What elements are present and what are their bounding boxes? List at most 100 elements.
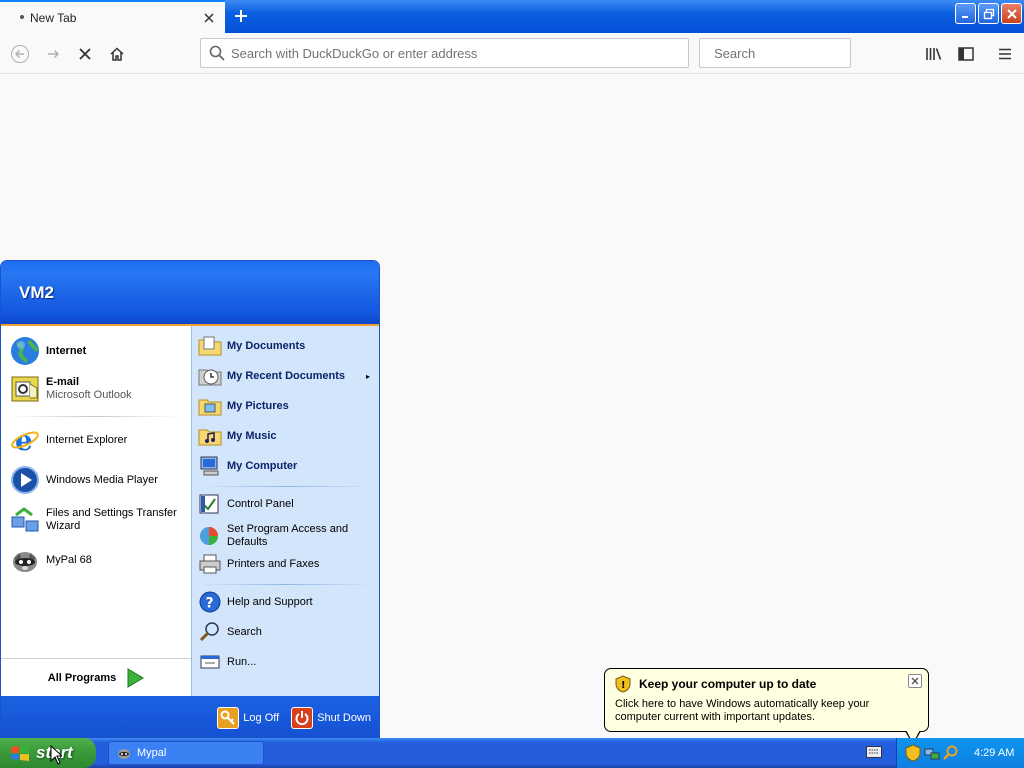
- place-my-music[interactable]: My Music: [198, 424, 376, 448]
- restore-button[interactable]: [978, 3, 999, 24]
- arrow-left-icon: [11, 45, 29, 63]
- run-icon: [198, 650, 222, 674]
- mypal-label: MyPal 68: [46, 554, 92, 566]
- mypal-icon: [9, 544, 41, 576]
- tab-new-tab[interactable]: New Tab: [0, 0, 225, 33]
- program-access-icon: [198, 524, 222, 548]
- help-support-label: Help and Support: [227, 595, 313, 608]
- place-my-documents[interactable]: My Documents: [198, 334, 376, 358]
- balloon-close-button[interactable]: [908, 674, 922, 688]
- security-shield-icon[interactable]: [905, 744, 921, 762]
- folder-documents-icon: [198, 334, 222, 358]
- stop-button[interactable]: [72, 41, 98, 67]
- x-icon: [79, 48, 91, 60]
- my-documents-label: My Documents: [227, 339, 306, 352]
- divider: [9, 416, 181, 417]
- run-label: Run...: [227, 655, 257, 668]
- network-icon[interactable]: [924, 745, 940, 761]
- address-bar[interactable]: [200, 38, 689, 68]
- start-menu-footer: Log Off Shut Down: [1, 696, 379, 737]
- control-panel-icon: [198, 492, 222, 516]
- ie-icon: e: [9, 424, 41, 456]
- system-printers-faxes[interactable]: Printers and Faxes: [198, 552, 376, 576]
- sidebar-button[interactable]: [953, 41, 979, 67]
- tool-run[interactable]: Run...: [198, 650, 376, 674]
- restore-icon: [983, 8, 994, 19]
- forward-button[interactable]: [40, 41, 66, 67]
- svg-text:?: ?: [206, 596, 214, 612]
- all-programs-label: All Programs: [47, 671, 117, 684]
- menu-button[interactable]: [992, 41, 1018, 67]
- svg-text:e: e: [15, 425, 33, 455]
- log-off-button[interactable]: Log Off: [217, 706, 279, 729]
- loading-dot-icon: [20, 15, 24, 19]
- divider: [200, 584, 372, 585]
- ie-label: Internet Explorer: [46, 434, 128, 446]
- all-programs-button[interactable]: All Programs: [1, 658, 191, 696]
- address-input[interactable]: [231, 45, 688, 61]
- tab-strip: New Tab: [0, 0, 1024, 33]
- search-icon: [198, 620, 222, 644]
- recent-transfer-wizard[interactable]: Files and Settings Transfer Wizard: [9, 504, 187, 536]
- place-my-pictures[interactable]: My Pictures: [198, 394, 376, 418]
- recent-documents-icon: [198, 364, 222, 388]
- system-program-access[interactable]: Set Program Access and Defaults: [198, 523, 376, 549]
- power-icon: [291, 706, 314, 729]
- printer-icon: [198, 552, 222, 576]
- tab-title: New Tab: [30, 10, 77, 25]
- arrow-right-icon: [48, 49, 60, 59]
- home-button[interactable]: [104, 41, 130, 67]
- search-input[interactable]: [714, 45, 890, 61]
- start-menu-programs: Internet E-mail Microsoft Outlook e Inte…: [1, 326, 191, 696]
- new-tab-button[interactable]: [229, 4, 253, 28]
- pinned-internet[interactable]: Internet: [9, 335, 187, 367]
- recent-mypal[interactable]: MyPal 68: [9, 544, 187, 576]
- tab-close-icon[interactable]: [201, 10, 217, 26]
- taskbar: start Mypal 4:29 AM: [0, 738, 1024, 768]
- outlook-icon: [9, 373, 41, 405]
- tool-help-support[interactable]: ? Help and Support: [198, 590, 376, 614]
- place-my-computer[interactable]: My Computer: [198, 454, 376, 478]
- pinned-email[interactable]: E-mail Microsoft Outlook: [9, 373, 187, 405]
- balloon-body: Click here to have Windows automatically…: [615, 698, 870, 723]
- recent-internet-explorer[interactable]: e Internet Explorer: [9, 424, 187, 456]
- tool-search[interactable]: Search: [198, 620, 376, 644]
- internet-label: Internet: [46, 345, 87, 357]
- email-label: E-mail: [46, 376, 80, 388]
- mypal-icon: [118, 749, 130, 759]
- mouse-cursor-icon: [50, 745, 62, 765]
- close-window-button[interactable]: [1001, 3, 1022, 24]
- media-player-label: Windows Media Player: [46, 474, 158, 486]
- search-bar[interactable]: [699, 38, 890, 68]
- back-button[interactable]: [7, 41, 33, 67]
- start-button[interactable]: start: [0, 738, 96, 768]
- keyboard-layout-icon[interactable]: [866, 746, 882, 761]
- media-player-icon: [9, 464, 41, 496]
- divider: [200, 486, 372, 487]
- update-notification-balloon[interactable]: ! Keep your computer up to date Click he…: [604, 668, 929, 745]
- start-menu-body: Internet E-mail Microsoft Outlook e Inte…: [1, 326, 379, 696]
- library-icon: [926, 48, 942, 60]
- shut-down-button[interactable]: Shut Down: [291, 706, 371, 729]
- taskbar-item-mypal[interactable]: Mypal: [108, 741, 264, 765]
- close-icon: [911, 677, 919, 685]
- transfer-wizard-icon: [9, 504, 41, 536]
- minimize-icon: [961, 15, 968, 18]
- globe-icon: [9, 335, 41, 367]
- place-my-recent-documents[interactable]: My Recent Documents ▸: [198, 364, 376, 388]
- navigation-toolbar: [0, 33, 1024, 74]
- system-control-panel[interactable]: Control Panel: [198, 492, 376, 516]
- sidebar-icon: [958, 47, 974, 61]
- computer-icon: [198, 454, 222, 478]
- home-icon: [110, 47, 124, 61]
- submenu-arrow-icon: ▸: [365, 371, 370, 381]
- recent-media-player[interactable]: Windows Media Player: [9, 464, 187, 496]
- search-tray-icon[interactable]: [943, 745, 959, 761]
- my-computer-label: My Computer: [227, 459, 298, 472]
- clock[interactable]: 4:29 AM: [974, 747, 1014, 759]
- library-button[interactable]: [921, 41, 947, 67]
- user-name: VM2: [19, 282, 54, 302]
- control-panel-label: Control Panel: [227, 497, 294, 510]
- transfer-wizard-label-line2: Wizard: [46, 520, 81, 532]
- minimize-button[interactable]: [955, 3, 976, 24]
